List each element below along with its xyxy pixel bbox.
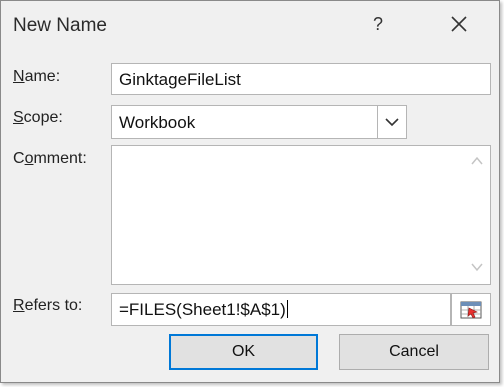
ok-button[interactable]: OK (169, 334, 318, 370)
new-name-dialog: New Name ? Name: GinktageFileList Scope:… (0, 0, 500, 383)
scope-select-value: Workbook (119, 113, 196, 132)
collapse-dialog-button[interactable] (451, 293, 491, 326)
title-bar: New Name ? (1, 1, 499, 51)
name-label: Name: (13, 68, 61, 85)
close-icon (451, 16, 467, 32)
name-input[interactable]: GinktageFileList (111, 63, 491, 95)
scope-select[interactable]: Workbook (111, 105, 407, 139)
comment-scrollbar[interactable] (463, 146, 490, 284)
cancel-button[interactable]: Cancel (339, 334, 489, 370)
chevron-down-icon (385, 118, 399, 127)
scroll-up-arrow-icon[interactable] (471, 156, 483, 166)
comment-textarea[interactable] (111, 145, 491, 285)
scope-label: Scope: (13, 109, 63, 126)
help-button[interactable]: ? (357, 7, 399, 41)
help-icon: ? (372, 13, 383, 34)
comment-label: Comment: (13, 150, 87, 167)
scroll-down-arrow-icon[interactable] (471, 262, 483, 272)
dialog-title: New Name (13, 15, 107, 36)
refers-to-label: Refers to: (13, 297, 83, 314)
refers-to-input[interactable]: =FILES(Sheet1!$A$1) (111, 293, 451, 326)
refers-to-input-value: =FILES(Sheet1!$A$1) (119, 300, 286, 319)
scope-dropdown-button[interactable] (377, 106, 406, 138)
range-select-icon (460, 301, 482, 318)
name-input-value: GinktageFileList (119, 70, 241, 89)
close-button[interactable] (438, 7, 480, 41)
text-caret (286, 300, 288, 318)
